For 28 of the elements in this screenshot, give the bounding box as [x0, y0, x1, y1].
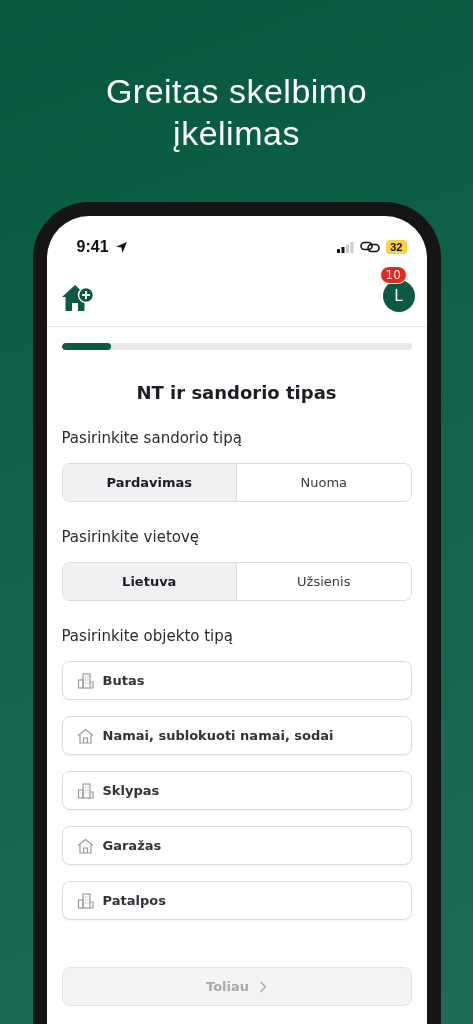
- section-label: Pasirinkite objekto tipą: [61, 627, 234, 645]
- object-type-option[interactable]: Namai, sublokuoti namai, sodai: [61, 716, 412, 755]
- chevron-right-icon: [259, 980, 267, 993]
- link-icon: [360, 241, 381, 253]
- building-icon: [76, 892, 94, 909]
- headline: Greitas skelbimo įkėlimas: [104, 71, 369, 154]
- location-arrow-icon: [114, 240, 128, 254]
- battery-indicator: 32: [386, 240, 407, 254]
- house-icon: [76, 837, 94, 854]
- avatar[interactable]: L: [382, 280, 415, 312]
- segment-option[interactable]: Pardavimas: [62, 464, 236, 501]
- object-type-option[interactable]: Patalpos: [61, 881, 412, 920]
- building-icon: [76, 782, 94, 799]
- page-title: NT ir sandorio tipas: [135, 382, 338, 403]
- object-type-option[interactable]: Garažas: [61, 826, 412, 865]
- house-icon: [76, 727, 94, 744]
- segment-option[interactable]: Nuoma: [236, 464, 411, 501]
- object-type-option[interactable]: Sklypas: [61, 771, 412, 810]
- notification-badge: 10: [379, 266, 407, 284]
- section-label: Pasirinkite vietovę: [61, 528, 201, 546]
- section-label: Pasirinkite sandorio tipą: [61, 429, 243, 447]
- segment-option[interactable]: Užsienis: [236, 563, 411, 600]
- segment-option[interactable]: Lietuva: [62, 563, 236, 600]
- home-plus-icon[interactable]: [60, 284, 95, 312]
- signal-icon: [337, 241, 355, 253]
- building-icon: [76, 672, 94, 689]
- status-time: 9:41: [76, 238, 109, 256]
- object-type-option[interactable]: Butas: [61, 661, 412, 700]
